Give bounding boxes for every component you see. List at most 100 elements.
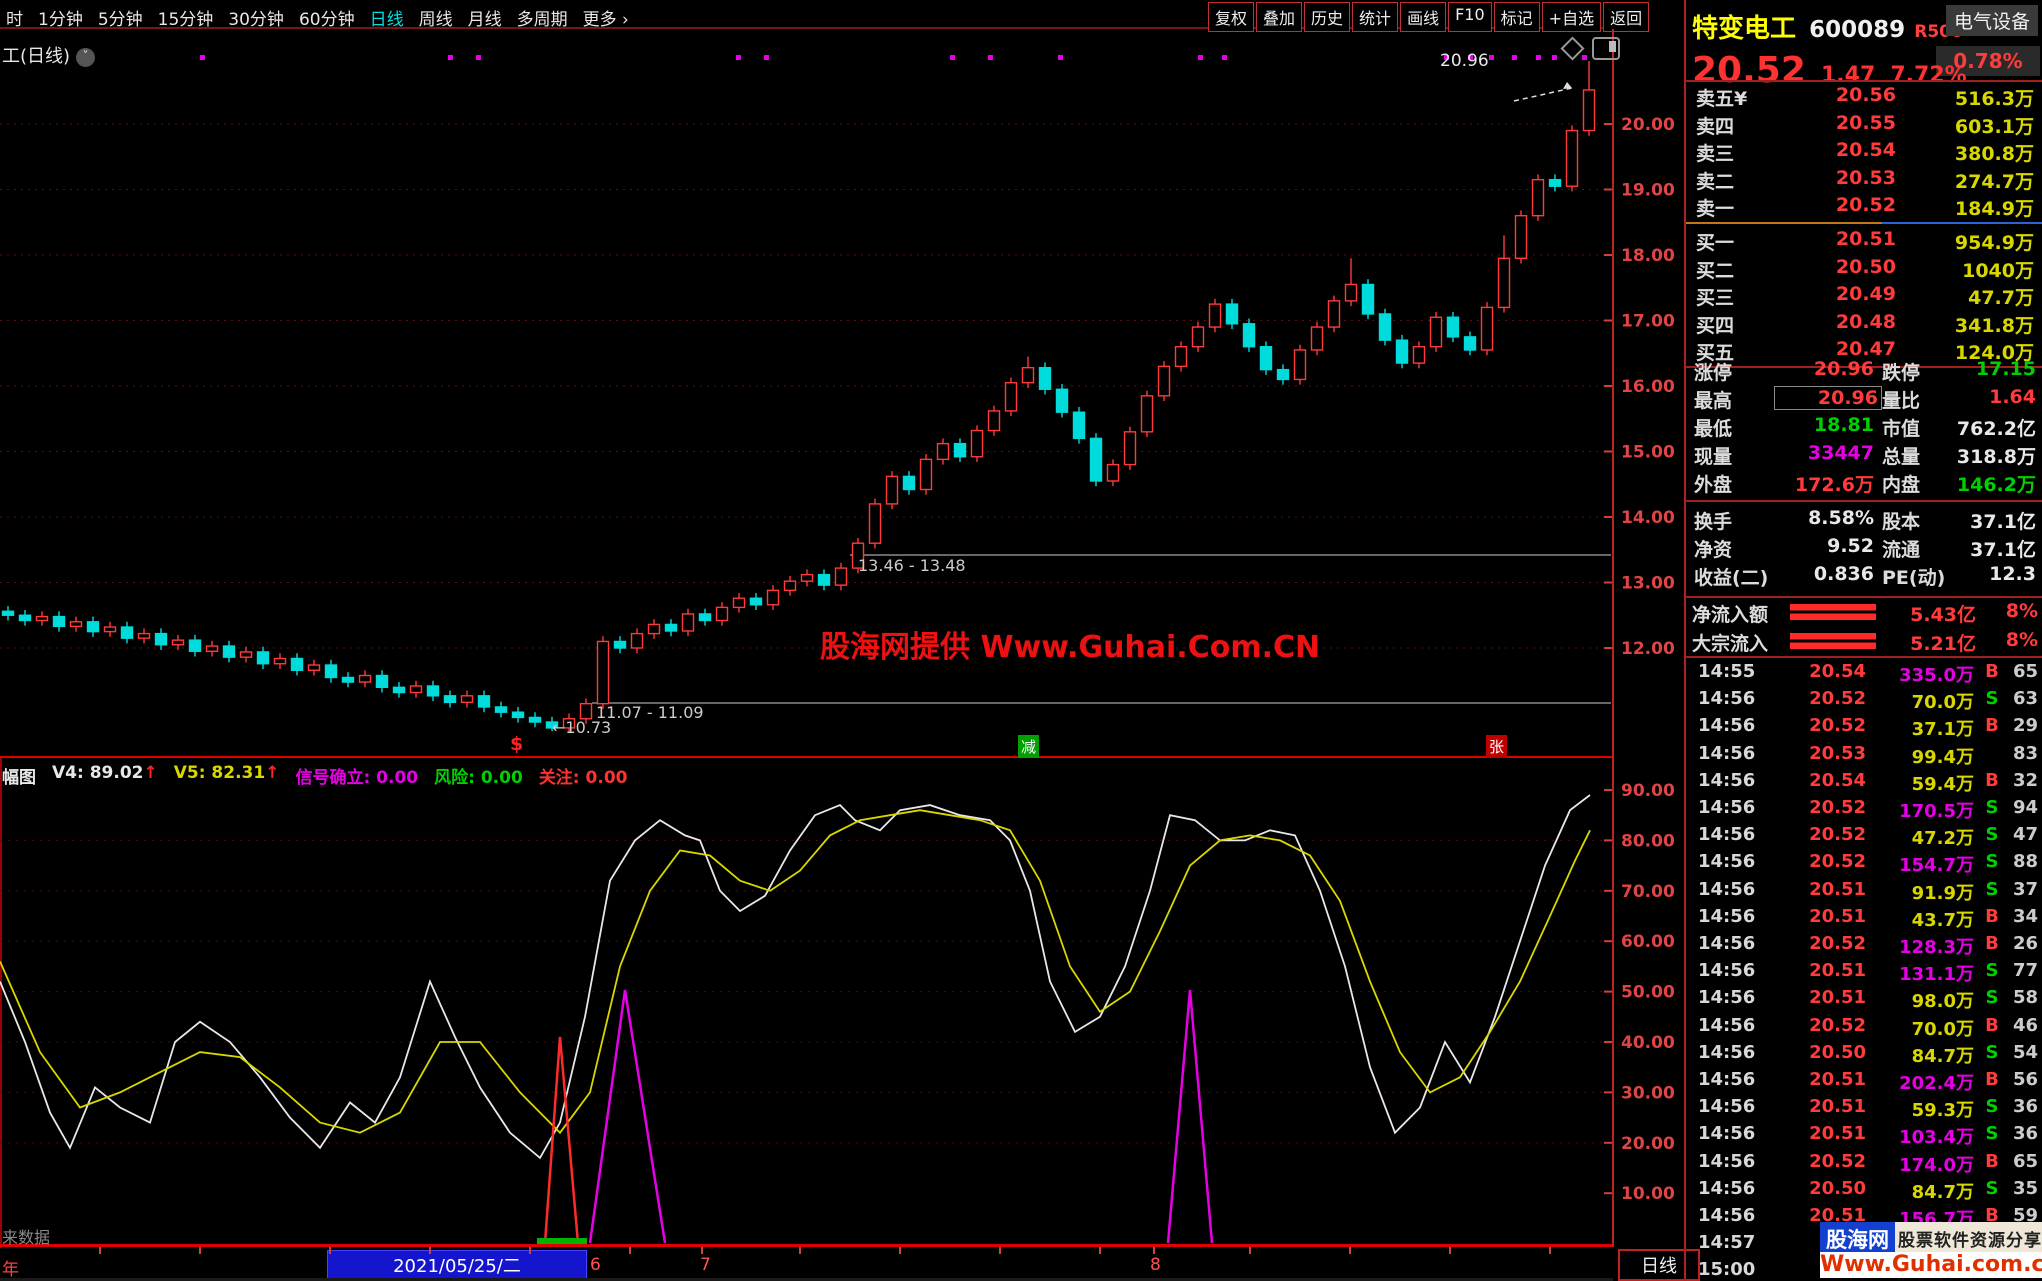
tick-flag: S — [1985, 797, 1999, 818]
tick-time: 14:56 — [1698, 933, 1756, 954]
tick-count: 37 — [2012, 878, 2038, 900]
watermark: 股海网提供 Www.Guhai.Com.CN — [820, 630, 1321, 665]
tick-count: 65 — [2012, 661, 2038, 682]
tick-time: 14:56 — [1698, 987, 1756, 1009]
stat-value: 37.1亿 — [1970, 539, 2036, 561]
stat-value: 9.52 — [1827, 535, 1874, 557]
tick-price: 20.54 — [1809, 769, 1866, 791]
stat-value: 1.64 — [1989, 386, 2036, 408]
tick-count: 54 — [2012, 1041, 2038, 1063]
jian-event-marker[interactable]: 减 — [1018, 735, 1040, 758]
v5-value: V5: 82.31 — [173, 763, 266, 783]
ask-row: 卖五¥ 20.56 516.3万 — [1686, 84, 2042, 111]
ask-label: 卖二 — [1696, 170, 1735, 193]
ask-volume: 274.7万 — [1954, 170, 2034, 193]
tick-row: 14:56 20.50 84.7万 S 54 — [1686, 1042, 2042, 1069]
tick-time: 14:56 — [1698, 905, 1756, 927]
tick-time: 14:56 — [1698, 1123, 1756, 1145]
indicator-axis-label: 40.00 — [1621, 1033, 1675, 1053]
tick-time: 14:56 — [1698, 715, 1756, 737]
tick-time: 14:56 — [1698, 824, 1756, 846]
stat-row: 最低 18.81 市值 762.2亿 — [1686, 414, 2042, 442]
ask-price: 20.53 — [1835, 166, 1896, 189]
tick-time: 14:56 — [1698, 1177, 1756, 1199]
price-axis-label: 13.00 — [1621, 574, 1675, 594]
tick-price: 20.52 — [1809, 933, 1866, 954]
stat-label: 收益(二) — [1694, 567, 1769, 589]
indicator-axis-label: 80.00 — [1621, 831, 1675, 851]
tick-price: 20.51 — [1809, 905, 1866, 927]
tick-row: 14:56 20.50 84.7万 S 35 — [1686, 1178, 2042, 1205]
tick-volume: 99.4万 — [1911, 746, 1974, 768]
tick-count: 36 — [2012, 1123, 2038, 1145]
tick-count: 26 — [2012, 933, 2038, 954]
tick-count: 77 — [2012, 960, 2038, 982]
bid-row: 买二 20.50 1040万 — [1686, 256, 2042, 283]
stat-row: 现量 33447 总量 318.8万 — [1686, 442, 2042, 470]
tick-time: 14:56 — [1698, 797, 1756, 818]
ask-label: 卖一 — [1696, 198, 1735, 220]
stat-label: 股本 — [1882, 511, 1921, 533]
stat-label: 净资 — [1694, 539, 1733, 561]
zhang-event-marker[interactable]: 张 — [1486, 735, 1508, 758]
price-axis-label: 12.00 — [1621, 639, 1675, 659]
stat-label: 内盘 — [1882, 474, 1921, 496]
bid-label: 买三 — [1696, 287, 1735, 309]
indicator-axis-label: 20.00 — [1621, 1134, 1675, 1154]
tick-flag: B — [1985, 715, 1999, 737]
tick-flag: B — [1985, 933, 1999, 954]
indicator-name[interactable]: 幅图 — [2, 763, 36, 788]
tick-price: 20.51 — [1809, 987, 1866, 1009]
quote-panel-divider — [1686, 80, 2042, 82]
flow-bar — [1790, 604, 1876, 620]
tick-time: 14:57 — [1698, 1232, 1756, 1254]
indicator-axis-label: 10.00 — [1621, 1184, 1675, 1204]
price-axis-label: 17.00 — [1621, 312, 1675, 332]
quote-panel-divider — [1686, 656, 2042, 658]
tick-flag: S — [1985, 987, 1999, 1009]
tick-price: 20.50 — [1809, 1177, 1866, 1199]
bid-ask-divider — [1686, 222, 2042, 224]
chart-annotation: 20.96 — [1440, 51, 1489, 71]
tick-volume: 128.3万 — [1899, 937, 1974, 958]
ask-price: 20.54 — [1835, 139, 1896, 161]
chevron-down-icon[interactable]: ˅ — [76, 47, 96, 67]
stat-row: 净资 9.52 流通 37.1亿 — [1686, 535, 2042, 563]
ask-row: 卖三 20.54 380.8万 — [1686, 139, 2042, 166]
up-arrow-icon: ↑ — [265, 763, 280, 783]
tick-count: 94 — [2012, 797, 2038, 818]
tick-time: 14:55 — [1698, 661, 1756, 682]
tick-price: 20.53 — [1809, 742, 1866, 764]
tick-flag: B — [1985, 1069, 1999, 1090]
tick-count: 32 — [2012, 769, 2038, 791]
money-flow-row: 大宗流入 5.21亿 8% — [1686, 629, 2042, 657]
tick-volume: 170.5万 — [1899, 801, 1974, 822]
tick-count: 36 — [2012, 1096, 2038, 1118]
tick-time: 14:56 — [1698, 1014, 1756, 1036]
stat-label: 市值 — [1882, 418, 1921, 440]
flow-value: 5.43亿 — [1910, 604, 1976, 626]
tick-row: 14:56 20.52 70.0万 B 46 — [1686, 1015, 2042, 1042]
tick-price: 20.51 — [1809, 1123, 1866, 1145]
bid-row: 买一 20.51 954.9万 — [1686, 228, 2042, 255]
stat-value: 37.1亿 — [1970, 511, 2036, 533]
tick-volume: 59.3万 — [1911, 1100, 1974, 1122]
stat-label: PE(动) — [1882, 567, 1946, 589]
bid-volume: 341.8万 — [1954, 314, 2034, 337]
price-axis-label: 18.00 — [1621, 246, 1675, 266]
layout-icon[interactable] — [1592, 37, 1620, 60]
tick-price: 20.52 — [1809, 824, 1866, 846]
tick-price: 20.52 — [1809, 715, 1866, 737]
flow-bar — [1790, 633, 1876, 649]
tick-flag: B — [1985, 1014, 1999, 1036]
indicator-line-V5 — [0, 809, 1591, 1135]
tick-row: 14:55 20.54 335.0万 B 65 — [1686, 661, 2042, 688]
bid-price: 20.49 — [1835, 283, 1896, 305]
tick-count: 65 — [2012, 1150, 2038, 1172]
tick-price: 20.52 — [1809, 688, 1866, 710]
tick-time: 14:56 — [1698, 1150, 1756, 1172]
stat-row: 外盘 172.6万 内盘 146.2万 — [1686, 470, 2042, 498]
stat-label: 换手 — [1694, 511, 1733, 533]
stat-label: 跌停 — [1882, 362, 1921, 384]
stat-value: 17.15 — [1975, 358, 2036, 380]
